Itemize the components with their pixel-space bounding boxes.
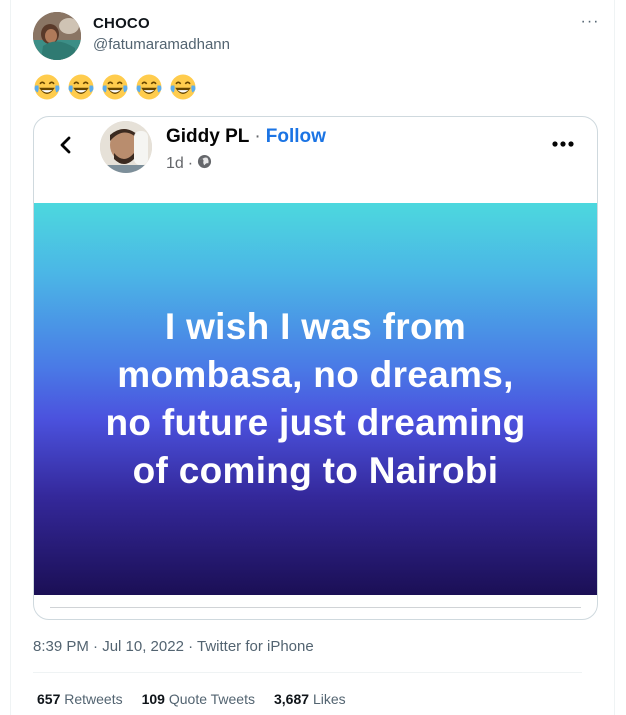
tweet-text (33, 73, 197, 107)
column-border-right (614, 0, 615, 715)
author-name[interactable]: CHOCO (93, 15, 150, 32)
post-author-row: Giddy PL · Follow (166, 126, 326, 148)
post-text-line: of coming to Nairobi (132, 450, 499, 491)
post-text-line: mombasa, no dreams, (117, 354, 514, 395)
author-handle[interactable]: @fatumaramadhann (93, 36, 230, 53)
likes-count: 3,687 (274, 691, 310, 707)
post-author-avatar[interactable] (100, 121, 152, 173)
post-text-background: I wish I was from mombasa, no dreams, no… (34, 203, 597, 595)
retweets-stat[interactable]: 657 Retweets (37, 691, 123, 707)
post-more-button[interactable] (550, 133, 576, 155)
more-horizontal-icon (552, 141, 574, 147)
more-options-button[interactable]: ··· (578, 10, 602, 34)
globe-icon (197, 154, 212, 174)
author-avatar[interactable] (33, 12, 81, 60)
post-text-line: no future just dreaming (105, 402, 526, 443)
quote-tweets-count: 109 (141, 691, 165, 707)
media-card[interactable]: Giddy PL · Follow 1d · I wish I was from… (33, 116, 598, 620)
laughing-tears-emoji-icon (68, 74, 94, 100)
engagement-stats: 657 Retweets 109 Quote Tweets 3,687 Like… (37, 691, 346, 707)
more-horizontal-icon: ··· (580, 13, 600, 30)
likes-label: Likes (312, 691, 346, 707)
quote-tweets-label: Quote Tweets (168, 691, 255, 707)
separator-dot: · (187, 155, 194, 172)
divider (33, 672, 582, 673)
laughing-tears-emoji-icon (34, 74, 60, 100)
post-meta: 1d · (166, 154, 212, 174)
retweets-count: 657 (37, 691, 61, 707)
follow-link[interactable]: Follow (266, 126, 326, 148)
separator-dot: · (254, 126, 261, 147)
column-border-left (10, 0, 11, 715)
post-text: I wish I was from mombasa, no dreams, no… (34, 303, 597, 495)
back-arrow-icon[interactable] (54, 133, 78, 157)
laughing-tears-emoji-icon (136, 74, 162, 100)
retweets-label: Retweets (64, 691, 123, 707)
post-author-name[interactable]: Giddy PL (166, 126, 249, 148)
divider (50, 607, 581, 608)
tweet-detail: CHOCO @fatumaramadhann ··· Giddy PL · Fo… (0, 0, 626, 715)
laughing-tears-emoji-icon (102, 74, 128, 100)
laughing-tears-emoji-icon (170, 74, 196, 100)
quote-tweets-stat[interactable]: 109 Quote Tweets (142, 691, 255, 707)
post-time: 1d (166, 155, 184, 172)
post-text-line: I wish I was from (164, 306, 467, 347)
tweet-timestamp[interactable]: 8:39 PM · Jul 10, 2022 · Twitter for iPh… (33, 638, 314, 655)
likes-stat[interactable]: 3,687 Likes (274, 691, 346, 707)
